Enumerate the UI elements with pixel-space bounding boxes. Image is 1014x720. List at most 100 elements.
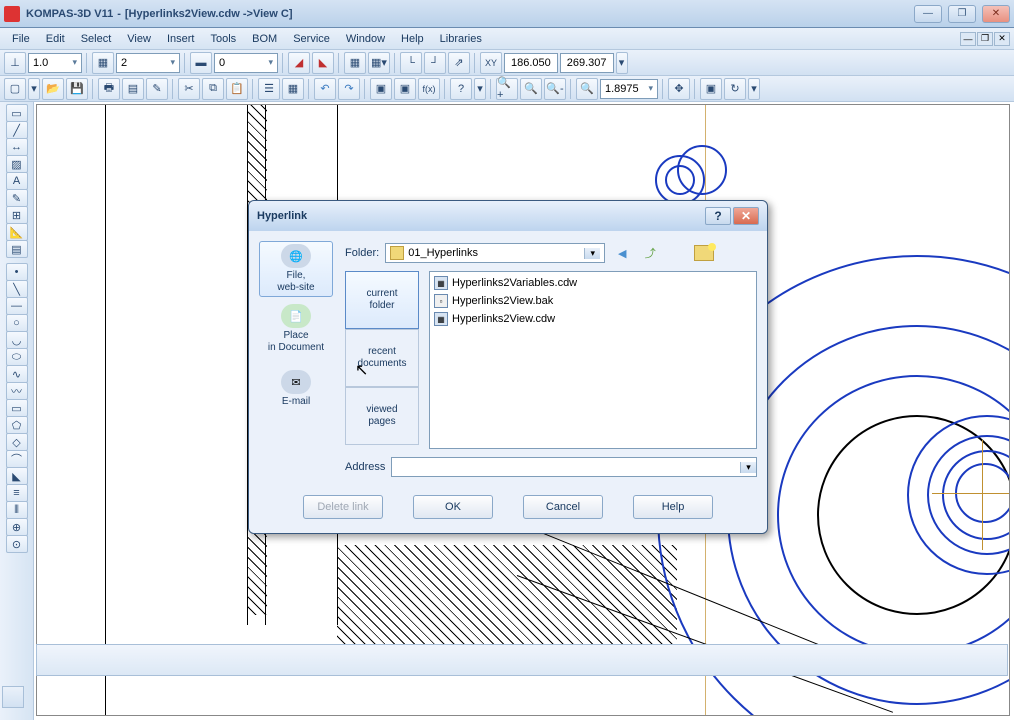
contour-tool-icon[interactable]: ◇ (6, 433, 28, 451)
ok-button[interactable]: OK (413, 495, 493, 519)
fillet-tool-icon[interactable]: ⌒ (6, 450, 28, 468)
dialog-titlebar[interactable]: Hyperlink ? ✕ (249, 201, 767, 231)
assembly-tool-icon[interactable]: ⊕ (6, 518, 28, 536)
rect-tool-icon[interactable]: ▭ (6, 399, 28, 417)
menu-edit[interactable]: Edit (38, 31, 73, 47)
tab-recent-documents[interactable]: recent documents (345, 329, 419, 387)
hatch-tool-icon[interactable]: ▨ (6, 155, 28, 173)
menu-select[interactable]: Select (73, 31, 120, 47)
redo-icon[interactable]: ↷ (338, 78, 360, 100)
param-tool-icon[interactable]: ⊞ (6, 206, 28, 224)
project-tool-icon[interactable]: ⊙ (6, 535, 28, 553)
bezier-tool-icon[interactable]: 〰 (6, 382, 28, 400)
ellipse-tool-icon[interactable]: ⬭ (6, 348, 28, 366)
eraser2-icon[interactable]: ◣ (312, 52, 334, 74)
bom-tool-icon[interactable]: ▤ (6, 240, 28, 258)
nav-up-icon[interactable]: ⤴ (639, 242, 661, 264)
zoom-combo[interactable]: 1.8975▾ (600, 79, 658, 99)
menu-insert[interactable]: Insert (159, 31, 203, 47)
tab-current-folder[interactable]: current folder (345, 271, 419, 329)
nav-back-icon[interactable]: ◀ (611, 242, 633, 264)
menu-window[interactable]: Window (338, 31, 393, 47)
select-tool-icon[interactable]: ▭ (6, 104, 28, 122)
file-list[interactable]: ▦ Hyperlinks2Variables.cdw ▫ Hyperlinks2… (429, 271, 757, 449)
style-icon[interactable]: ▬ (190, 52, 212, 74)
zoom-fit-icon[interactable]: ▣ (700, 78, 722, 100)
redraw-icon[interactable]: ↻ (724, 78, 746, 100)
new-dd-icon[interactable]: ▾ (28, 78, 40, 100)
aux-line-icon[interactable]: ╲ (6, 280, 28, 298)
tab-viewed-pages[interactable]: viewed pages (345, 387, 419, 445)
zoom-window-icon[interactable]: 🔍 (520, 78, 542, 100)
properties-icon[interactable]: ☰ (258, 78, 280, 100)
grid-toggle-icon[interactable]: ▦ (344, 52, 366, 74)
dialog-help-icon[interactable]: ? (705, 207, 731, 225)
menu-bom[interactable]: BOM (244, 31, 285, 47)
coord-dd-icon[interactable]: ▾ (616, 52, 628, 74)
print-icon[interactable]: 🖶 (98, 78, 120, 100)
segment-icon[interactable]: — (6, 297, 28, 315)
snap-icon[interactable]: ⊥ (4, 52, 26, 74)
preview-icon[interactable]: ▤ (122, 78, 144, 100)
measure-tool-icon[interactable]: 📐 (6, 223, 28, 241)
zoom-prev-icon[interactable]: 🔍 (576, 78, 598, 100)
scale-combo[interactable]: 1.0▾ (28, 53, 82, 73)
offset-tool-icon[interactable]: ≡ (6, 484, 28, 502)
arc-tool-icon[interactable]: ◡ (6, 331, 28, 349)
menu-file[interactable]: File (4, 31, 38, 47)
copy-icon[interactable]: ⧉ (202, 78, 224, 100)
address-combo[interactable]: ▾ (391, 457, 757, 477)
list-item[interactable]: ▫ Hyperlinks2View.bak (432, 292, 754, 310)
save-icon[interactable]: 💾 (66, 78, 88, 100)
dialog-close-icon[interactable]: ✕ (733, 207, 759, 225)
cancel-button[interactable]: Cancel (523, 495, 603, 519)
list-item[interactable]: ▦ Hyperlinks2Variables.cdw (432, 274, 754, 292)
linkto-file-website[interactable]: 🌐 File, web-site (259, 241, 333, 297)
line-tool-icon[interactable]: ╱ (6, 121, 28, 139)
library2-icon[interactable]: ▣ (394, 78, 416, 100)
spline-tool-icon[interactable]: ∿ (6, 365, 28, 383)
tb2-dd-icon[interactable]: ▾ (748, 78, 760, 100)
text-tool-icon[interactable]: A (6, 172, 28, 190)
edit-tool-icon[interactable]: ✎ (6, 189, 28, 207)
layers-icon[interactable]: ▦ (92, 52, 114, 74)
chamfer-tool-icon[interactable]: ◣ (6, 467, 28, 485)
list-item[interactable]: ▦ Hyperlinks2View.cdw (432, 310, 754, 328)
mdi-minimize[interactable]: — (960, 32, 976, 46)
panel-toggle-icon[interactable] (2, 686, 24, 708)
menu-libraries[interactable]: Libraries (432, 31, 490, 47)
ortho-icon[interactable]: └ (400, 52, 422, 74)
polygon-tool-icon[interactable]: ⬠ (6, 416, 28, 434)
props-icon[interactable]: ✎ (146, 78, 168, 100)
menu-help[interactable]: Help (393, 31, 432, 47)
zoom-out-icon[interactable]: 🔍- (544, 78, 566, 100)
fx-icon[interactable]: f(x) (418, 78, 440, 100)
mdi-restore[interactable]: ❐ (977, 32, 993, 46)
xy-icon[interactable]: XY (480, 52, 502, 74)
window-close[interactable]: ✕ (982, 5, 1010, 23)
window-minimize[interactable]: — (914, 5, 942, 23)
grid-menu-icon[interactable]: ▦▾ (368, 52, 390, 74)
linkto-email[interactable]: ✉ E-mail (259, 361, 333, 417)
menu-view[interactable]: View (119, 31, 159, 47)
new-folder-button[interactable] (693, 242, 715, 264)
paste-icon[interactable]: 📋 (226, 78, 248, 100)
folder-combo[interactable]: 01_Hyperlinks ▾ (385, 243, 605, 263)
equid-tool-icon[interactable]: ⦀ (6, 501, 28, 519)
help-icon[interactable]: ? (450, 78, 472, 100)
cut-icon[interactable]: ✂ (178, 78, 200, 100)
table-icon[interactable]: ▦ (282, 78, 304, 100)
style-combo[interactable]: 0▾ (214, 53, 278, 73)
eraser-icon[interactable]: ◢ (288, 52, 310, 74)
new-icon[interactable]: ▢ (4, 78, 26, 100)
local-cs-icon[interactable]: ┘ (424, 52, 446, 74)
open-icon[interactable]: 📂 (42, 78, 64, 100)
help-button[interactable]: Help (633, 495, 713, 519)
dim-tool-icon[interactable]: ↔ (6, 138, 28, 156)
circle-tool-icon[interactable]: ○ (6, 314, 28, 332)
mdi-close[interactable]: ✕ (994, 32, 1010, 46)
delete-link-button[interactable]: Delete link (303, 495, 383, 519)
undo-icon[interactable]: ↶ (314, 78, 336, 100)
point-tool-icon[interactable]: • (6, 263, 28, 281)
help-dd-icon[interactable]: ▾ (474, 78, 486, 100)
